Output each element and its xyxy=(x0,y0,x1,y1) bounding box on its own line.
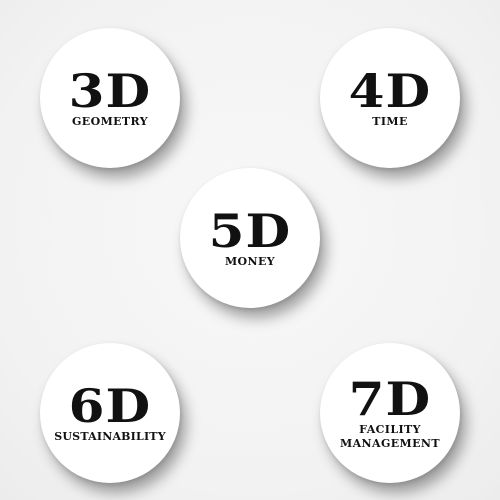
circle-5d-money: 5D MONEY xyxy=(180,168,320,308)
circle-3d-geometry: 3D GEOMETRY xyxy=(40,28,180,168)
dimension-title: 5D xyxy=(208,203,292,258)
circle-7d-facility-management: 7D FACILITY MANAGEMENT xyxy=(320,343,460,483)
dimension-title: 7D xyxy=(348,371,432,426)
dimension-label: FACILITY MANAGEMENT xyxy=(340,423,440,451)
circle-4d-time: 4D TIME xyxy=(320,28,460,168)
dimension-title: 6D xyxy=(68,378,152,433)
circle-6d-sustainability: 6D SUSTAINABILITY xyxy=(40,343,180,483)
dimension-title: 4D xyxy=(348,63,432,118)
dimension-label-line: MANAGEMENT xyxy=(340,436,440,450)
dimension-title: 3D xyxy=(68,63,152,118)
diagram-canvas: 3D GEOMETRY 4D TIME 5D MONEY 6D SUSTAINA… xyxy=(0,0,500,500)
